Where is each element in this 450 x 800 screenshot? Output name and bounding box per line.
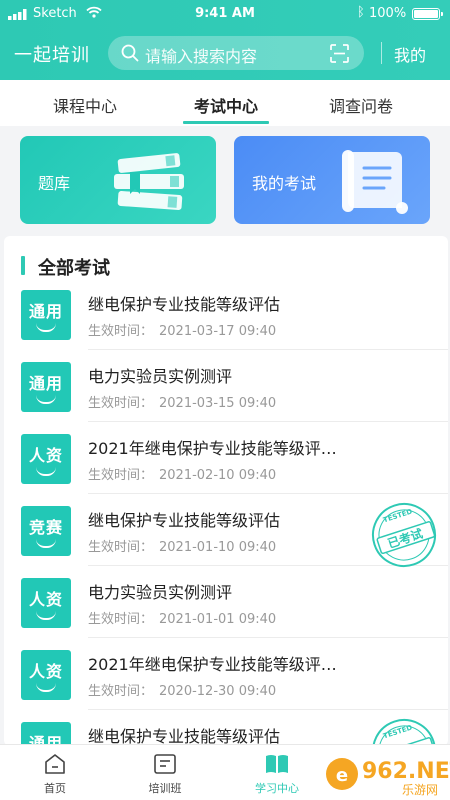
tab-exam-center[interactable]: 考试中心 (166, 93, 286, 117)
category-badge: 人资 (21, 578, 71, 628)
nav-class-label: 培训班 (148, 782, 182, 795)
home-icon (45, 754, 65, 774)
svg-text:e: e (336, 765, 348, 786)
nav-study-center-label: 学习中心 (255, 782, 299, 795)
category-badge: 通用 (21, 290, 71, 340)
exam-effective-time: 生效时间： 2021-01-01 09:40 (88, 608, 276, 627)
mine-link[interactable]: 我的 (394, 42, 426, 66)
badge-smile-icon (36, 323, 56, 332)
effective-time-value: 2021-02-10 09:40 (159, 468, 277, 483)
active-tab-indicator (183, 121, 269, 124)
exam-name: 电力实验员实例测评 (88, 583, 233, 602)
effective-time-label: 生效时间： (88, 612, 154, 627)
battery-percent: 100% (369, 6, 407, 21)
badge-smile-icon (36, 683, 56, 692)
category-badge: 人资 (21, 434, 71, 484)
svg-text:962.NET: 962.NET (362, 759, 450, 784)
effective-time-value: 2021-03-15 09:40 (159, 396, 277, 411)
effective-time-value: 2021-01-01 09:40 (159, 612, 277, 627)
nav-class[interactable]: 培训班 (120, 745, 210, 800)
tab-survey[interactable]: 调查问卷 (301, 93, 421, 117)
category-badge: 人资 (21, 650, 71, 700)
exam-name: 继电保护专业技能等级评估 (88, 511, 281, 530)
scroll-icon (342, 150, 408, 214)
book-icon (266, 755, 288, 773)
site-watermark-logo: e 962.NET 乐游网 (326, 758, 450, 797)
battery-icon (412, 8, 443, 20)
effective-time-value: 2021-03-17 09:40 (159, 324, 277, 339)
effective-time-label: 生效时间： (88, 468, 154, 483)
exam-list-item[interactable]: 通用 继电保护专业技能等级评估 生效时间： TESTED 已考试 (4, 710, 448, 746)
exam-name: 继电保护专业技能等级评估 (88, 727, 281, 746)
exam-list-item[interactable]: 通用 继电保护专业技能等级评估 生效时间： 2021-03-17 09:40 (4, 278, 448, 350)
effective-time-label: 生效时间： (88, 324, 154, 339)
status-bar: Sketch 9:41 AM ᛒ 100% (0, 0, 450, 28)
nav-home-label: 首页 (44, 782, 66, 795)
effective-time-value: 2021-01-10 09:40 (159, 540, 277, 555)
exam-list-item[interactable]: 人资 2021年继电保护专业技能等级评… 生效时间： 2021-02-10 09:… (4, 422, 448, 494)
badge-smile-icon (36, 395, 56, 404)
badge-smile-icon (36, 467, 56, 476)
exam-effective-time: 生效时间： 2021-03-17 09:40 (88, 320, 276, 339)
tested-stamp: TESTED 已考试 (372, 503, 436, 567)
books-icon (114, 153, 184, 211)
app-title: 一起培训 (14, 45, 90, 66)
exam-effective-time: 生效时间： 2021-03-15 09:40 (88, 392, 276, 411)
class-icon (154, 754, 176, 774)
section-title: 全部考试 (38, 258, 110, 279)
exam-list-item[interactable]: 通用 电力实验员实例测评 生效时间： 2021-03-15 09:40 (4, 350, 448, 422)
exam-list-item[interactable]: 竞赛 继电保护专业技能等级评估 生效时间： 2021-01-10 09:40 TE… (4, 494, 448, 567)
question-bank-label: 题库 (38, 174, 71, 193)
search-icon (121, 44, 139, 62)
nav-study-center[interactable]: 学习中心 (232, 745, 322, 800)
tab-course-center[interactable]: 课程中心 (25, 93, 145, 117)
category-badge: 通用 (21, 362, 71, 412)
my-exam-label: 我的考试 (252, 174, 317, 193)
badge-smile-icon (36, 611, 56, 620)
exam-name: 2021年继电保护专业技能等级评… (88, 655, 337, 674)
exam-list-item[interactable]: 人资 电力实验员实例测评 生效时间： 2021-01-01 09:40 (4, 566, 448, 638)
tested-stamp: TESTED 已考试 (372, 719, 436, 746)
exam-effective-time: 生效时间： 2020-12-30 09:40 (88, 680, 276, 699)
exam-list-panel: 全部考试 通用 继电保护专业技能等级评估 生效时间： 2021-03-17 09:… (4, 236, 448, 746)
bluetooth-icon: ᛒ (357, 5, 365, 20)
category-badge: 竞赛 (21, 506, 71, 556)
effective-time-label: 生效时间： (88, 684, 154, 699)
search-bar[interactable]: 请输入搜索内容 (108, 36, 364, 70)
my-exam-card[interactable]: 我的考试 (234, 136, 430, 224)
effective-time-label: 生效时间： (88, 540, 154, 555)
exam-list-item[interactable]: 人资 2021年继电保护专业技能等级评… 生效时间： 2020-12-30 09:… (4, 638, 448, 710)
question-bank-card[interactable]: 题库 (20, 136, 216, 224)
effective-time-value: 2020-12-30 09:40 (159, 684, 277, 699)
header-divider (381, 42, 382, 64)
nav-home[interactable]: 首页 (10, 745, 100, 800)
exam-effective-time: 生效时间： 2021-01-10 09:40 (88, 536, 276, 555)
svg-text:乐游网: 乐游网 (402, 783, 438, 797)
exam-name: 继电保护专业技能等级评估 (88, 295, 281, 314)
badge-smile-icon (36, 539, 56, 548)
search-placeholder[interactable]: 请输入搜索内容 (145, 43, 257, 67)
scan-icon[interactable] (330, 44, 349, 63)
effective-time-label: 生效时间： (88, 396, 154, 411)
tab-bar: 课程中心 考试中心 调查问卷 (0, 80, 450, 126)
category-badge: 通用 (21, 722, 71, 746)
exam-effective-time: 生效时间： 2021-02-10 09:40 (88, 464, 276, 483)
app-header: Sketch 9:41 AM ᛒ 100% 一起培训 请输入搜索内容 我的 (0, 0, 450, 80)
exam-name: 电力实验员实例测评 (88, 367, 233, 386)
exam-name: 2021年继电保护专业技能等级评… (88, 439, 337, 458)
